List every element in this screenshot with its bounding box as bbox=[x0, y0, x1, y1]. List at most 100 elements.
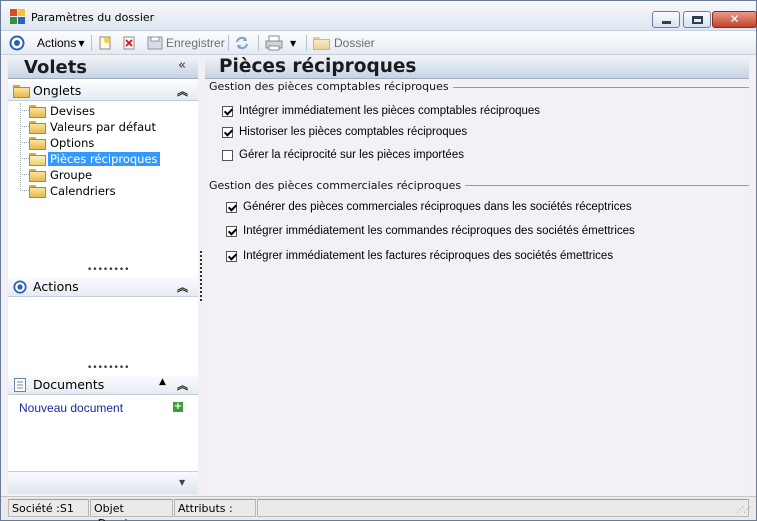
dropdown-arrow-icon: ▼ bbox=[78, 38, 85, 48]
collapse-section-icon[interactable]: ︽ bbox=[177, 83, 188, 99]
checkbox[interactable] bbox=[226, 225, 237, 237]
folder-icon bbox=[29, 136, 46, 150]
add-icon[interactable]: + bbox=[173, 402, 183, 412]
tree-item-valeurs-par-defaut[interactable]: Valeurs par défaut bbox=[29, 120, 158, 134]
tree-item-label: Calendriers bbox=[50, 184, 116, 198]
tree-connector bbox=[20, 103, 21, 191]
actions-menu-icon[interactable] bbox=[9, 34, 25, 52]
actions-label: Actions bbox=[33, 279, 79, 294]
option-label: Intégrer immédiatement les factures réci… bbox=[243, 250, 614, 262]
collapse-panel-icon[interactable]: « bbox=[178, 58, 186, 73]
refresh-icon bbox=[236, 36, 248, 50]
group-title-commerciales: Gestion des pièces commerciales réciproq… bbox=[209, 179, 466, 192]
option-integrer-factures[interactable]: Intégrer immédiatement les factures réci… bbox=[226, 250, 613, 262]
volets-panel: Volets « Onglets ︽ Devises Valeurs par d… bbox=[8, 57, 198, 494]
maximize-icon bbox=[692, 16, 703, 24]
option-integrer-commandes[interactable]: Intégrer immédiatement les commandes réc… bbox=[226, 225, 635, 237]
toolbar-separator bbox=[258, 35, 259, 51]
status-societe: Société :S1 bbox=[8, 499, 89, 517]
toolbar-separator bbox=[306, 35, 307, 51]
tree-item-calendriers[interactable]: Calendriers bbox=[29, 184, 118, 198]
option-integrer-comptables[interactable]: Intégrer immédiatement les pièces compta… bbox=[222, 105, 540, 117]
chevron-down-icon: ▼ bbox=[179, 478, 186, 487]
new-document-link[interactable]: Nouveau document bbox=[19, 401, 123, 415]
onglets-section-header[interactable]: Onglets ︽ bbox=[8, 81, 198, 101]
app-icon bbox=[10, 9, 26, 25]
vertical-splitter-handle[interactable] bbox=[200, 251, 202, 301]
close-button[interactable]: ✕ bbox=[712, 11, 757, 28]
printer-icon bbox=[265, 35, 283, 51]
splitter-handle[interactable]: •••••••• bbox=[87, 364, 129, 373]
refresh-button[interactable] bbox=[234, 34, 250, 52]
checkbox[interactable] bbox=[222, 126, 233, 138]
option-reciprocite-importees[interactable]: Gérer la réciprocité sur les pièces impo… bbox=[222, 149, 464, 161]
checkbox[interactable] bbox=[222, 105, 233, 117]
tree-item-groupe[interactable]: Groupe bbox=[29, 168, 94, 182]
page-title: Pièces réciproques bbox=[219, 56, 417, 77]
volets-title: Volets bbox=[24, 57, 88, 78]
tree-item-devises[interactable]: Devises bbox=[29, 104, 97, 118]
checkbox[interactable] bbox=[222, 149, 233, 161]
content-panel: Pièces réciproques Gestion des pièces co… bbox=[205, 56, 749, 494]
maximize-button[interactable] bbox=[683, 11, 711, 28]
content-header: Pièces réciproques bbox=[205, 56, 749, 79]
toolbar-separator bbox=[228, 35, 229, 51]
tree-item-label: Devises bbox=[50, 104, 95, 118]
tree-item-label: Options bbox=[50, 136, 95, 150]
actions-section-header[interactable]: Actions ︽ bbox=[8, 277, 198, 297]
collapse-section-icon[interactable]: ︽ bbox=[177, 279, 188, 295]
save-icon bbox=[147, 36, 163, 50]
document-icon bbox=[14, 378, 26, 392]
folder-icon bbox=[29, 120, 46, 134]
volets-header: Volets « bbox=[8, 57, 198, 79]
print-button[interactable]: ▼ bbox=[265, 34, 296, 52]
option-label: Intégrer immédiatement les commandes réc… bbox=[243, 225, 635, 237]
documents-label: Documents bbox=[33, 377, 105, 392]
toolbar: Actions ▼ Enregistrer ▼ Dossier bbox=[1, 31, 756, 55]
save-label: Enregistrer bbox=[166, 36, 225, 50]
tree-item-label: Pièces réciproques bbox=[48, 152, 160, 166]
actions-menu-button[interactable]: Actions ▼ bbox=[37, 34, 85, 52]
option-label: Historiser les pièces comptables récipro… bbox=[239, 126, 468, 138]
minimize-button[interactable] bbox=[652, 11, 680, 28]
main-window: Paramètres du dossier ✕ Actions ▼ Enregi… bbox=[0, 0, 757, 521]
dropdown-arrow-icon: ▼ bbox=[290, 38, 297, 48]
scroll-down-button[interactable]: ▼ bbox=[8, 471, 198, 494]
checkbox[interactable] bbox=[226, 250, 237, 262]
checkbox[interactable] bbox=[226, 201, 237, 213]
status-bar: Société :S1 Objet :Dossier Attributs : ⋰… bbox=[1, 496, 756, 521]
actions-menu-label: Actions bbox=[37, 36, 77, 50]
documents-section-header[interactable]: Documents ▲ ︽ bbox=[8, 375, 198, 395]
folder-button[interactable]: Dossier bbox=[313, 34, 375, 52]
option-label: Générer des pièces commerciales réciproq… bbox=[243, 201, 632, 213]
status-attributs: Attributs : bbox=[174, 499, 256, 517]
folder-label: Dossier bbox=[334, 36, 375, 50]
group-title-comptables: Gestion des pièces comptables réciproque… bbox=[209, 80, 453, 93]
tree-item-options[interactable]: Options bbox=[29, 136, 96, 150]
new-document-icon bbox=[99, 36, 111, 50]
collapse-section-icon[interactable]: ︽ bbox=[177, 377, 188, 393]
splitter-handle[interactable]: •••••••• bbox=[87, 266, 129, 275]
folder-icon bbox=[29, 184, 46, 198]
resize-grip-icon[interactable]: ⋰⋰ bbox=[736, 505, 751, 514]
tree-item-label: Groupe bbox=[50, 168, 93, 182]
option-label: Gérer la réciprocité sur les pièces impo… bbox=[239, 149, 464, 161]
option-generer-commerciales[interactable]: Générer des pièces commerciales réciproq… bbox=[226, 201, 632, 213]
tree-item-pieces-reciproques[interactable]: Pièces réciproques bbox=[29, 152, 160, 166]
status-extra bbox=[257, 499, 749, 517]
new-button[interactable] bbox=[98, 34, 112, 52]
option-historiser-comptables[interactable]: Historiser les pièces comptables récipro… bbox=[222, 126, 467, 138]
chevron-up-icon[interactable]: ▲ bbox=[159, 377, 166, 387]
onglets-label: Onglets bbox=[33, 83, 82, 98]
actions-icon bbox=[13, 280, 27, 294]
save-button[interactable]: Enregistrer bbox=[147, 34, 225, 52]
folder-icon bbox=[13, 85, 30, 98]
status-objet: Objet :Dossier bbox=[90, 499, 173, 521]
open-folder-icon bbox=[29, 152, 46, 166]
title-bar: Paramètres du dossier ✕ bbox=[1, 1, 757, 31]
delete-icon bbox=[123, 36, 135, 50]
toolbar-separator bbox=[91, 35, 92, 51]
folder-icon bbox=[29, 168, 46, 182]
option-label: Intégrer immédiatement les pièces compta… bbox=[239, 105, 541, 117]
delete-button[interactable] bbox=[122, 34, 136, 52]
